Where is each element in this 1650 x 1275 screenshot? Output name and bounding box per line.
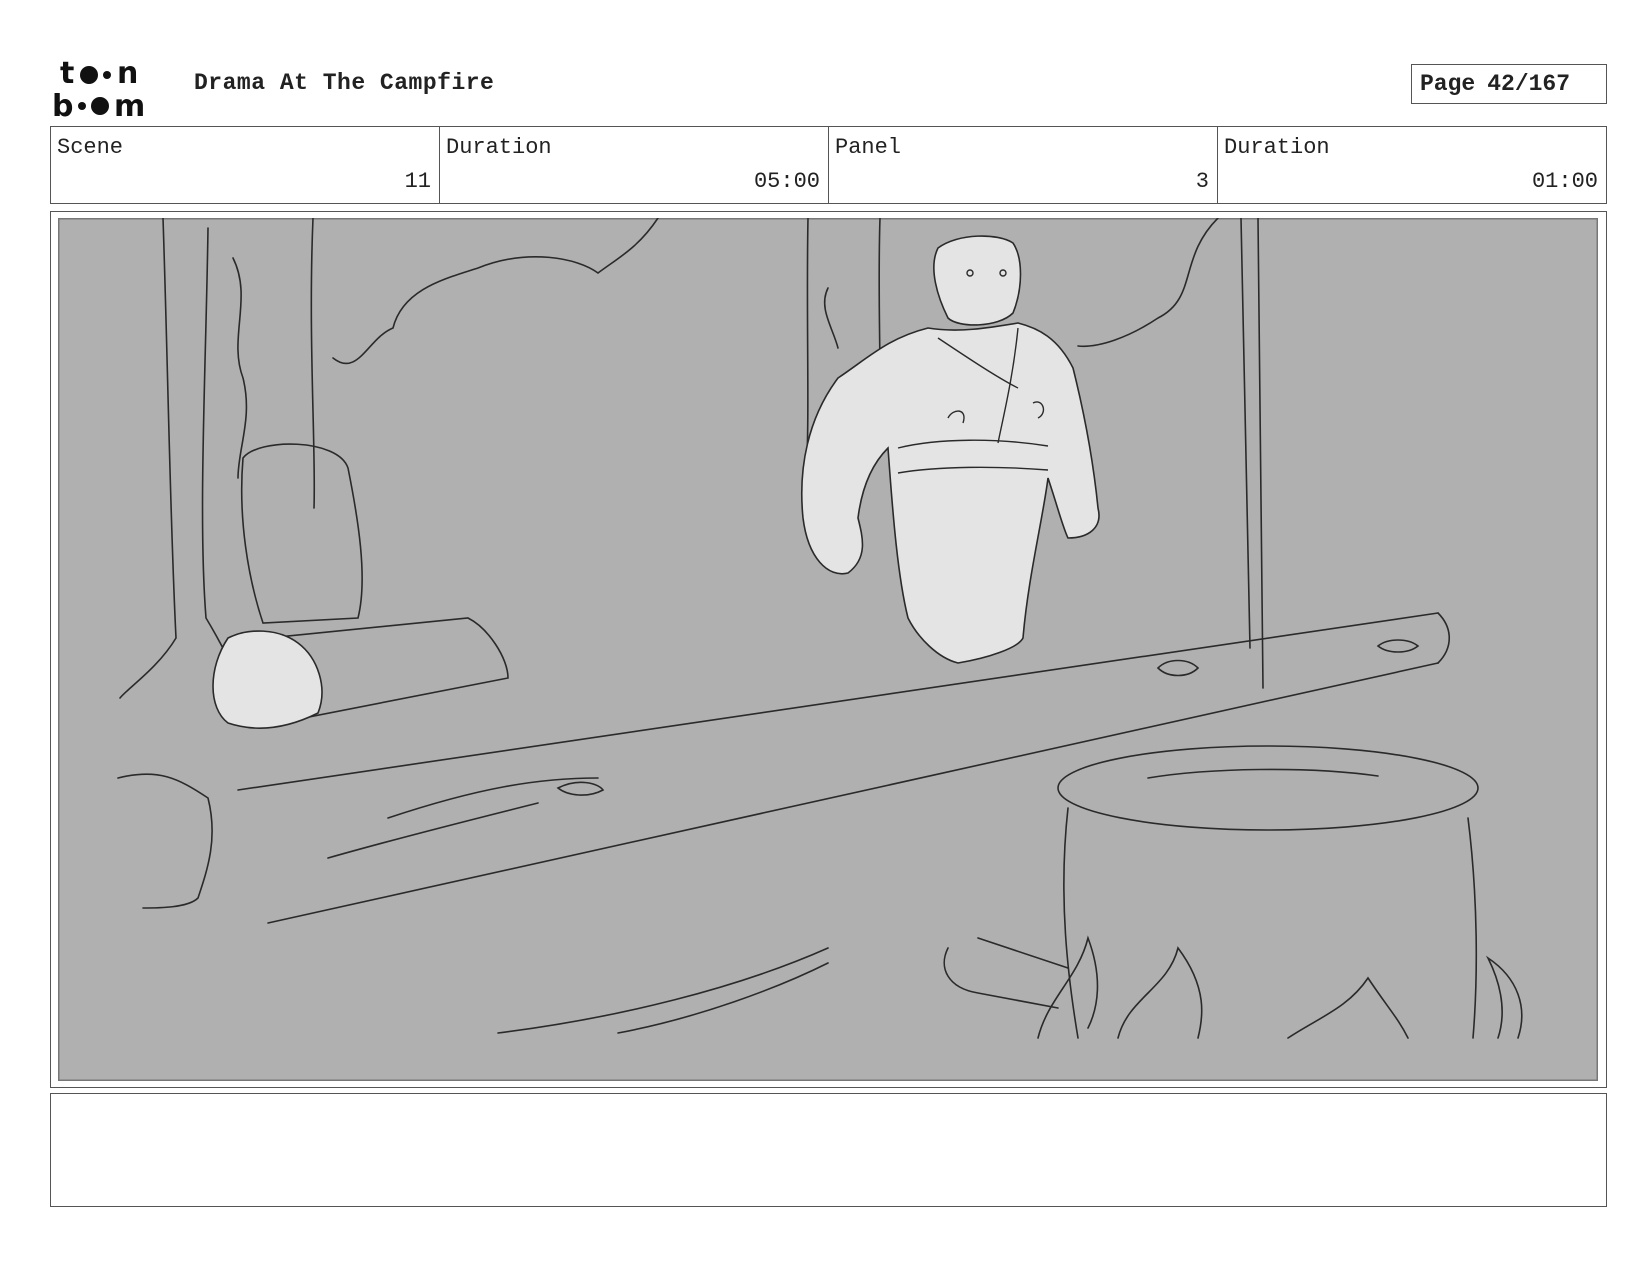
- scene-duration-value: 05:00: [753, 169, 820, 194]
- svg-text:m: m: [114, 89, 145, 119]
- storyboard-title: Drama At The Campfire: [194, 70, 495, 96]
- scene-duration-label: Duration: [446, 135, 552, 160]
- svg-text:t: t: [60, 56, 74, 91]
- page-number: 42/167: [1487, 71, 1571, 97]
- panel-cell: Panel 3: [829, 127, 1218, 203]
- page-indicator: Page 42/167: [1411, 64, 1607, 104]
- page-label: Page: [1420, 71, 1476, 97]
- notes-box: [50, 1093, 1607, 1207]
- scene-duration-cell: Duration 05:00: [440, 127, 829, 203]
- svg-text:n: n: [117, 56, 138, 91]
- svg-text:b: b: [52, 89, 73, 119]
- panel-value: 3: [1195, 169, 1209, 194]
- scene-label: Scene: [57, 135, 124, 160]
- storyboard-panel-frame: [50, 211, 1607, 1088]
- panel-label: Panel: [835, 135, 902, 160]
- scene-value: 11: [404, 169, 431, 194]
- panel-duration-value: 01:00: [1531, 169, 1598, 194]
- panel-drawing: [58, 218, 1598, 1081]
- panel-info-row: Scene 11 Duration 05:00 Panel 3 Duration…: [50, 126, 1607, 204]
- scene-cell: Scene 11: [51, 127, 440, 203]
- panel-duration-cell: Duration 01:00: [1218, 127, 1606, 203]
- panel-duration-label: Duration: [1224, 135, 1330, 160]
- toon-boom-logo: t n b m: [52, 56, 145, 119]
